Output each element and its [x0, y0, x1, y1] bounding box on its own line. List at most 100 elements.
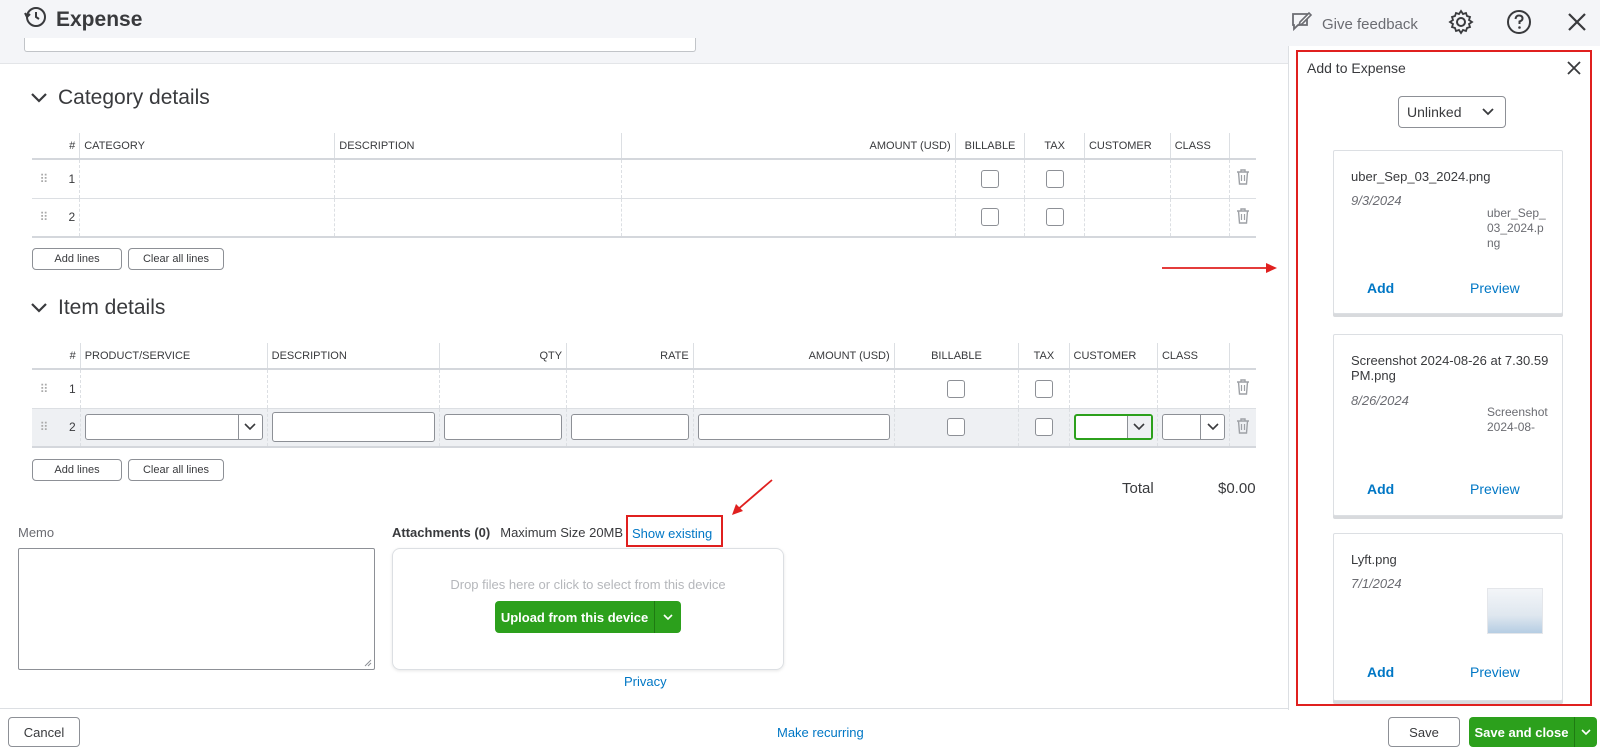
- billable-checkbox[interactable]: [947, 379, 966, 398]
- category-table: # CATEGORY DESCRIPTION AMOUNT (USD) BILL…: [32, 133, 1256, 238]
- panel-close-icon[interactable]: [1566, 60, 1582, 81]
- class-cell[interactable]: [1170, 198, 1231, 238]
- tax-checkbox[interactable]: [1034, 418, 1053, 437]
- category-section-header[interactable]: Category details: [30, 86, 210, 110]
- customer-select[interactable]: [1073, 414, 1153, 441]
- chevron-down-icon[interactable]: [237, 415, 262, 440]
- card-preview-link[interactable]: Preview: [1470, 664, 1520, 680]
- table-row[interactable]: ⠿ 1: [32, 369, 1256, 409]
- rate-input[interactable]: [571, 414, 689, 441]
- description-cell[interactable]: [267, 369, 441, 409]
- close-icon[interactable]: [1564, 9, 1590, 35]
- chevron-down-icon[interactable]: [1200, 415, 1224, 440]
- class-select[interactable]: [1161, 414, 1226, 441]
- filter-select[interactable]: Unlinked: [1398, 96, 1506, 128]
- gear-icon[interactable]: [1448, 9, 1474, 35]
- card-add-link[interactable]: Add: [1367, 664, 1394, 680]
- save-button[interactable]: Save: [1388, 717, 1460, 747]
- attachments-max-size: Maximum Size 20MB: [500, 525, 624, 540]
- trash-icon[interactable]: [1229, 369, 1256, 409]
- card-preview-link[interactable]: Preview: [1470, 280, 1520, 296]
- class-cell[interactable]: [1170, 159, 1231, 199]
- drag-handle-icon[interactable]: ⠿: [32, 198, 56, 238]
- category-clear-lines-button[interactable]: Clear all lines: [128, 248, 224, 270]
- chevron-down-icon: [30, 296, 48, 320]
- billable-cell: [894, 369, 1020, 409]
- item-add-lines-button[interactable]: Add lines: [32, 459, 122, 481]
- chevron-down-icon: [30, 86, 48, 110]
- help-icon[interactable]: [1506, 9, 1532, 35]
- table-row[interactable]: ⠿ 2: [32, 198, 1256, 238]
- col-billable: BILLABLE: [955, 133, 1026, 160]
- amount-cell[interactable]: [621, 198, 956, 238]
- card-file-name: uber_Sep_03_2024.png: [1351, 169, 1491, 184]
- amount-cell[interactable]: [621, 159, 956, 199]
- card-preview-link[interactable]: Preview: [1470, 481, 1520, 497]
- total-label: Total: [1122, 480, 1154, 497]
- cancel-button[interactable]: Cancel: [8, 717, 80, 747]
- trash-icon[interactable]: [1229, 198, 1256, 238]
- description-cell[interactable]: [334, 159, 623, 199]
- category-cell[interactable]: [79, 159, 336, 199]
- item-section-header[interactable]: Item details: [30, 296, 165, 320]
- save-and-close-label[interactable]: Save and close: [1469, 717, 1575, 747]
- amount-input[interactable]: [697, 414, 890, 441]
- payee-field-bottom[interactable]: [24, 38, 696, 52]
- customer-cell[interactable]: [1084, 159, 1171, 199]
- tax-checkbox[interactable]: [1045, 208, 1064, 227]
- make-recurring-link[interactable]: Make recurring: [777, 725, 864, 740]
- show-existing-link[interactable]: Show existing: [632, 526, 712, 541]
- row-num: 2: [55, 198, 81, 238]
- rate-cell[interactable]: [566, 369, 694, 409]
- billable-checkbox[interactable]: [947, 418, 966, 437]
- card-add-link[interactable]: Add: [1367, 481, 1394, 497]
- billable-checkbox[interactable]: [981, 208, 1000, 227]
- chevron-down-icon[interactable]: [655, 601, 681, 633]
- qty-cell[interactable]: [439, 369, 568, 409]
- table-row[interactable]: ⠿ 1: [32, 159, 1256, 199]
- privacy-link[interactable]: Privacy: [624, 674, 667, 689]
- item-clear-lines-button[interactable]: Clear all lines: [128, 459, 224, 481]
- give-feedback-link[interactable]: Give feedback: [1290, 10, 1418, 38]
- trash-icon[interactable]: [1229, 159, 1256, 199]
- col-description: DESCRIPTION: [334, 133, 623, 160]
- chevron-down-icon[interactable]: [1126, 416, 1151, 439]
- drag-handle-icon[interactable]: ⠿: [32, 369, 57, 409]
- trash-icon[interactable]: [1229, 408, 1256, 448]
- table-row[interactable]: ⠿ 2: [32, 408, 1256, 448]
- upload-button[interactable]: Upload from this device: [495, 601, 681, 633]
- category-add-lines-button[interactable]: Add lines: [32, 248, 122, 270]
- product-service-select[interactable]: [84, 414, 263, 441]
- category-cell[interactable]: [79, 198, 336, 238]
- card-date: 8/26/2024: [1351, 393, 1409, 408]
- billable-checkbox[interactable]: [981, 169, 1000, 188]
- drag-handle-icon[interactable]: ⠿: [32, 159, 56, 199]
- card-thumbnail: uber_Sep_03_2024.png: [1487, 206, 1546, 250]
- qty-input[interactable]: [444, 414, 563, 441]
- card-add-link[interactable]: Add: [1367, 280, 1394, 296]
- save-and-close-button[interactable]: Save and close: [1469, 717, 1597, 747]
- product-cell[interactable]: [80, 369, 268, 409]
- upload-button-label[interactable]: Upload from this device: [495, 601, 655, 633]
- tax-checkbox[interactable]: [1034, 379, 1053, 398]
- memo-textarea[interactable]: [18, 548, 375, 670]
- feedback-icon: [1290, 10, 1314, 38]
- card-thumbnail-image: [1487, 588, 1543, 634]
- customer-cell[interactable]: [1069, 369, 1158, 409]
- drag-handle-icon[interactable]: ⠿: [32, 408, 57, 448]
- description-input[interactable]: [271, 412, 436, 443]
- resize-handle-icon[interactable]: [364, 659, 372, 667]
- tax-checkbox[interactable]: [1045, 169, 1064, 188]
- col-tax: TAX: [1018, 343, 1070, 370]
- panel-title: Add to Expense: [1307, 60, 1406, 76]
- chevron-down-icon[interactable]: [1575, 717, 1597, 747]
- amount-cell: [693, 408, 895, 448]
- tax-cell: [1024, 198, 1085, 238]
- amount-cell[interactable]: [693, 369, 895, 409]
- history-icon[interactable]: [22, 4, 48, 35]
- billable-cell: [955, 159, 1026, 199]
- class-cell[interactable]: [1157, 369, 1231, 409]
- attachment-drop-zone[interactable]: Drop files here or click to select from …: [392, 548, 784, 670]
- description-cell[interactable]: [334, 198, 623, 238]
- customer-cell[interactable]: [1084, 198, 1171, 238]
